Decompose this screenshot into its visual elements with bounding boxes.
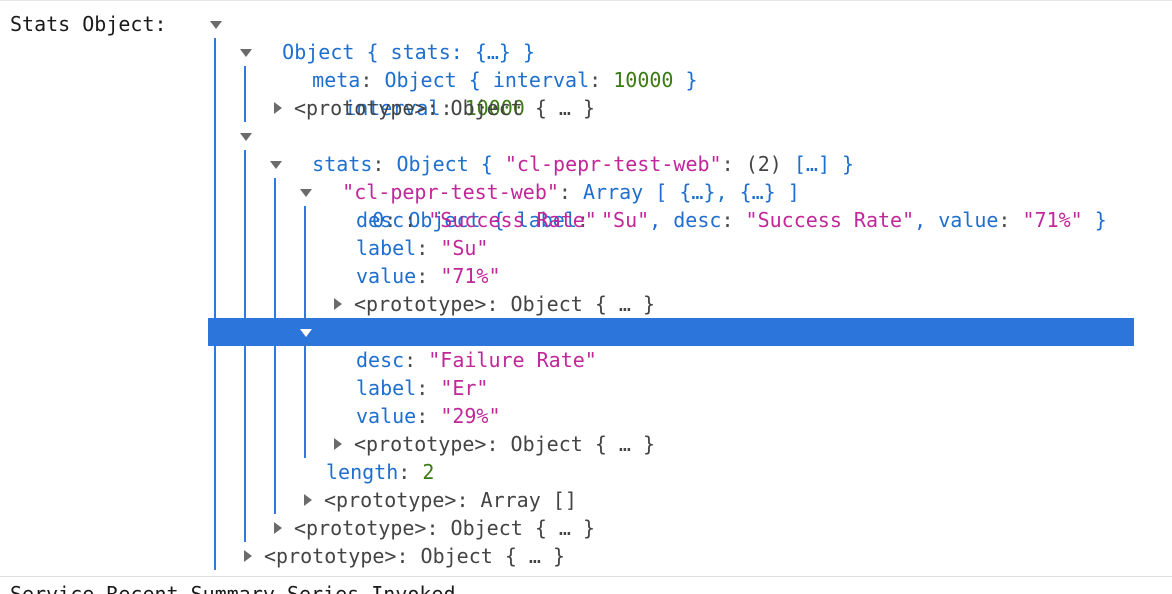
tree-row-item-1-selected[interactable]: 1: Object { label: "Er", desc: "Failure …	[208, 318, 1134, 372]
tree-row-item1-prototype[interactable]: <prototype>: Object { … }	[0, 430, 1172, 458]
tree-row-length: length: 2	[0, 458, 1172, 486]
tree-row-item1-desc: desc: "Failure Rate"	[0, 346, 1172, 374]
item0-value-value: "71%"	[440, 264, 501, 288]
item1-label-value: "Er"	[440, 376, 489, 400]
tree-row-root-prototype[interactable]: <prototype>: Object { … }	[0, 542, 1172, 570]
collapse-triangle-icon[interactable]	[274, 522, 282, 534]
item1-value-key: value	[356, 404, 417, 428]
collapse-triangle-icon[interactable]	[244, 550, 252, 562]
item1-desc-key: desc	[356, 348, 405, 372]
collapse-triangle-icon[interactable]	[334, 438, 342, 450]
expand-triangle-icon[interactable]	[300, 189, 312, 197]
expand-triangle-icon[interactable]	[240, 49, 252, 57]
item0-label-colon: :	[416, 236, 441, 260]
item0-value-colon: :	[416, 264, 441, 288]
tree-row-item0-prototype[interactable]: <prototype>: Object { … }	[0, 290, 1172, 318]
tree-row-item0-value: value: "71%"	[0, 262, 1172, 290]
collapse-triangle-icon[interactable]	[274, 102, 282, 114]
item1-label-key: label	[356, 376, 417, 400]
item0-value-key: value	[356, 264, 417, 288]
item1-value-value: "29%"	[440, 404, 501, 428]
expand-triangle-icon[interactable]	[300, 329, 312, 337]
stats-prototype-text: <prototype>: Object { … }	[294, 516, 596, 540]
tree-row-web-array[interactable]: "cl-pepr-test-web": Array [ {…}, {…} ]	[0, 150, 1172, 204]
console-message-separator	[0, 576, 1172, 577]
tree-row-meta[interactable]: meta: Object { interval: 10000 }	[0, 38, 1172, 92]
tree-row-item0-label: label: "Su"	[0, 234, 1172, 262]
tree-row-item1-label: label: "Er"	[0, 374, 1172, 402]
tree-row-item-0[interactable]: 0: Object { label: "Su", desc: "Success …	[0, 178, 1172, 232]
tree-row-stats-prototype[interactable]: <prototype>: Object { … }	[0, 514, 1172, 542]
meta-prototype-text: <prototype>: Object { … }	[294, 96, 596, 120]
array-prototype-text: <prototype>: Array []	[324, 488, 577, 512]
tree-row-root[interactable]: Object { stats: {…} }	[0, 10, 1172, 64]
expand-triangle-icon[interactable]	[270, 161, 282, 169]
item1-value-colon: :	[416, 404, 441, 428]
item1-desc-value: "Failure Rate"	[428, 348, 597, 372]
expand-triangle-icon[interactable]	[210, 21, 222, 29]
tree-row-stats[interactable]: stats: Object { "cl-pepr-test-web": (2) …	[0, 122, 1172, 176]
item0-desc-colon: :	[404, 208, 429, 232]
item0-desc-value: "Success Rate"	[428, 208, 597, 232]
tree-row-item1-value: value: "29%"	[0, 402, 1172, 430]
length-colon: :	[398, 460, 423, 484]
collapse-triangle-icon[interactable]	[304, 494, 312, 506]
tree-row-interval: interval: 10000	[0, 66, 1172, 120]
item1-label-colon: :	[416, 376, 441, 400]
item0-label-value: "Su"	[440, 236, 489, 260]
item1-prototype-text: <prototype>: Object { … }	[354, 432, 656, 456]
tree-row-item0-desc: desc: "Success Rate"	[0, 206, 1172, 234]
collapse-triangle-icon[interactable]	[334, 298, 342, 310]
tree-row-array-prototype[interactable]: <prototype>: Array []	[0, 486, 1172, 514]
item1-desc-colon: :	[404, 348, 429, 372]
tree-row-meta-prototype[interactable]: <prototype>: Object { … }	[0, 94, 1172, 122]
item0-label-key: label	[356, 236, 417, 260]
length-value: 2	[422, 460, 435, 484]
top-border	[0, 0, 1172, 1]
length-key: length	[326, 460, 399, 484]
next-console-message: Service Recent Summary Series Invoked	[10, 582, 456, 594]
item0-prototype-text: <prototype>: Object { … }	[354, 292, 656, 316]
root-prototype-text: <prototype>: Object { … }	[264, 544, 566, 568]
item0-desc-key: desc	[356, 208, 405, 232]
expand-triangle-icon[interactable]	[240, 133, 252, 141]
